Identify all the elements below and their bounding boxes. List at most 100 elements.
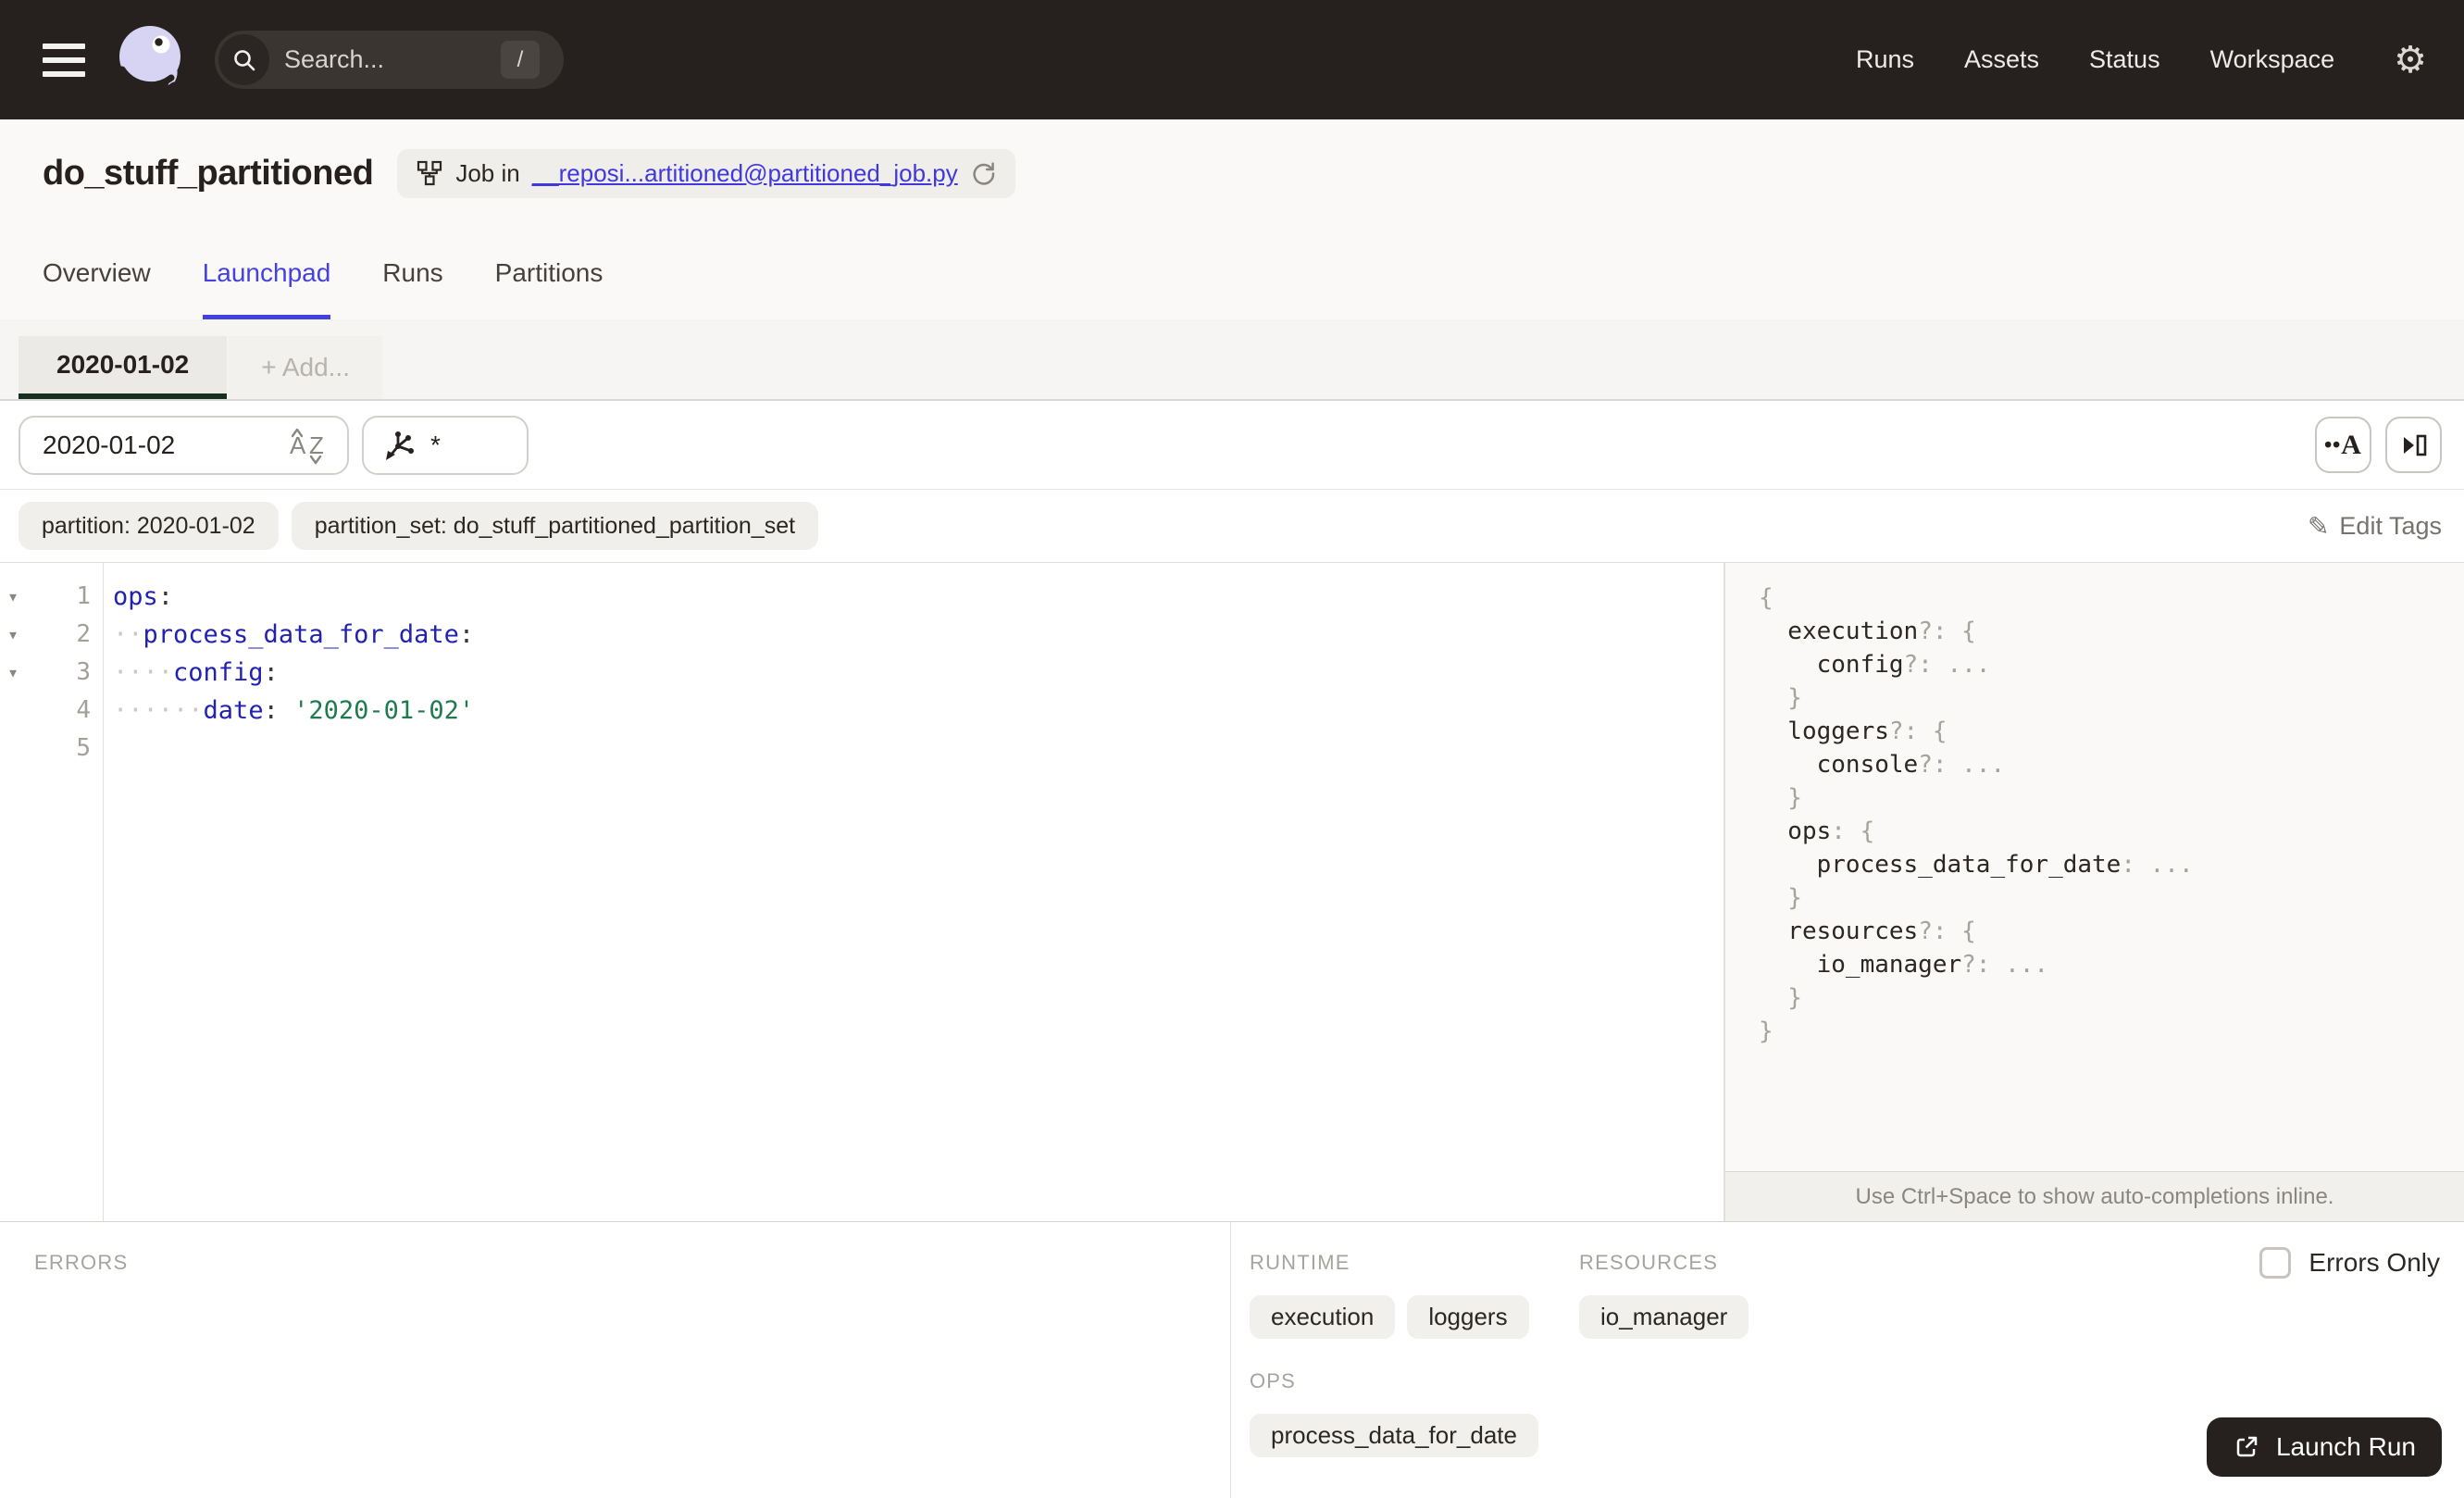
schema-key: loggers (1787, 718, 1889, 745)
code-line[interactable]: ······date: '2020-01-02' (113, 692, 1724, 730)
yaml-punct: : (157, 582, 174, 611)
tab-overview[interactable]: Overview (43, 227, 151, 319)
tag-pill: partition: 2020-01-02 (19, 502, 279, 550)
job-graph-icon (416, 159, 443, 187)
tab-runs[interactable]: Runs (382, 227, 442, 319)
section-pill[interactable]: io_manager (1579, 1295, 1749, 1339)
launch-run-button[interactable]: Launch Run (2206, 1417, 2442, 1477)
launchpad-main: ▾ ▾ ▾ 12345 ops: ··process_data_for_date: ··… (0, 562, 2464, 1221)
config-section-resources: RESOURCES io_manager (1579, 1251, 1865, 1339)
schema-key: console (1816, 751, 1919, 779)
search-icon (218, 34, 269, 85)
schema-key: execution (1787, 618, 1919, 645)
line-number-gutter: 1 2 3 4 5 (41, 563, 104, 1221)
job-origin-badge: Job in __reposi...artitioned@partitioned… (397, 148, 1015, 198)
section-pill[interactable]: loggers (1407, 1295, 1529, 1339)
menu-icon[interactable] (43, 43, 85, 77)
section-pill[interactable]: execution (1250, 1295, 1396, 1339)
toggle-schema-panel-button[interactable] (2385, 417, 2442, 473)
gear-icon[interactable]: ⚙ (2394, 42, 2427, 79)
config-editor[interactable]: ▾ ▾ ▾ 12345 ops: ··process_data_for_date: ··… (0, 563, 1724, 1221)
yaml-code-area[interactable]: ops: ··process_data_for_date: ····config: ·… (104, 563, 1724, 1221)
dagster-logo-icon[interactable] (113, 21, 191, 99)
schema-line: io_manager?: ... (1759, 948, 2464, 981)
line-number: 3 (76, 658, 91, 686)
bottom-panel: ERRORS RUNTIME execution loggers RESOURCES i… (0, 1221, 2464, 1498)
whitespace-letter: A (2341, 429, 2362, 460)
job-file-link[interactable]: __reposi...artitioned@partitioned_job.py (532, 159, 958, 188)
tab-partitions[interactable]: Partitions (495, 227, 604, 319)
schema-line: loggers?: { (1759, 715, 2464, 748)
search-input[interactable]: Search... / (215, 31, 564, 89)
play-panel-icon (2403, 434, 2426, 456)
fold-arrow-icon[interactable]: ▾ (0, 654, 41, 692)
section-label: RESOURCES (1579, 1251, 1719, 1274)
search-shortcut-badge: / (501, 41, 540, 79)
schema-line: config?: ... (1759, 648, 2464, 681)
nav-link-status[interactable]: Status (2089, 45, 2160, 74)
partition-select-input[interactable]: A Z (19, 415, 349, 475)
nav-link-workspace[interactable]: Workspace (2210, 45, 2335, 74)
nav-link-runs[interactable]: Runs (1856, 45, 1914, 74)
sort-az-icon: A Z (288, 425, 330, 466)
fold-gutter: ▾ ▾ ▾ (0, 563, 41, 1221)
partition-tab-label: 2020-01-02 (56, 350, 190, 379)
schema-line: process_data_for_date: ... (1759, 848, 2464, 881)
yaml-punct: : (263, 658, 279, 687)
errors-label: ERRORS (34, 1251, 129, 1274)
launch-run-label: Launch Run (2275, 1432, 2416, 1461)
config-section-runtime: RUNTIME execution loggers (1250, 1251, 1536, 1339)
edit-tags-label: Edit Tags (2339, 511, 2442, 540)
tab-launchpad[interactable]: Launchpad (202, 227, 330, 319)
schema-punct: ?: ... (1918, 751, 2006, 779)
yaml-punct: : (263, 696, 279, 725)
schema-punct: ?: { (1918, 618, 1976, 645)
reload-icon[interactable] (970, 160, 997, 187)
op-graph-splat-icon (382, 428, 417, 463)
svg-text:Z: Z (309, 431, 324, 459)
schema-punct: } (1787, 984, 1802, 1012)
fold-arrow-icon[interactable]: ▾ (0, 578, 41, 616)
code-line[interactable] (113, 730, 1724, 768)
errors-only-toggle[interactable]: Errors Only (2259, 1247, 2440, 1279)
schema-line: } (1759, 981, 2464, 1015)
line-number: 5 (76, 734, 91, 762)
schema-line: } (1759, 1015, 2464, 1048)
schema-punct: ?: { (1888, 718, 1948, 745)
code-line[interactable]: ops: (113, 578, 1724, 616)
launchpad-toolbar: A Z (0, 401, 2464, 489)
whitespace-dots: ······ (113, 696, 204, 725)
code-line[interactable]: ····config: (113, 654, 1724, 692)
errors-only-checkbox[interactable] (2259, 1247, 2292, 1279)
op-selector-field[interactable] (430, 430, 504, 460)
yaml-key: config (173, 658, 264, 687)
schema-punct: ?: ... (1961, 951, 2049, 979)
yaml-key: process_data_for_date (143, 620, 459, 649)
code-line[interactable]: ··process_data_for_date: (113, 616, 1724, 654)
section-pill[interactable]: process_data_for_date (1250, 1414, 1538, 1457)
schema-key: process_data_for_date (1816, 851, 2122, 879)
fold-arrow-icon[interactable]: ▾ (0, 616, 41, 654)
autocomplete-hint: Use Ctrl+Space to show auto-completions … (1725, 1171, 2464, 1221)
nav-link-assets[interactable]: Assets (1964, 45, 2039, 74)
toggle-whitespace-button[interactable]: •• A (2315, 417, 2371, 473)
job-tabs: Overview Launchpad Runs Partitions (0, 227, 2464, 319)
svg-text:A: A (290, 431, 306, 459)
partition-tab-active[interactable]: 2020-01-02 (19, 336, 228, 399)
top-nav: Search... / Runs Assets Status Workspace ⚙ (0, 0, 2464, 119)
partition-tab-add[interactable]: + Add... (229, 336, 382, 399)
edit-tags-button[interactable]: ✎ Edit Tags (2308, 511, 2442, 542)
schema-key: ops (1787, 818, 1832, 845)
yaml-punct: : (458, 620, 475, 649)
schema-punct: ?: ... (1903, 651, 1991, 679)
nav-links: Runs Assets Status Workspace ⚙ (1856, 42, 2427, 79)
config-section-ops: OPS process_data_for_date (1250, 1369, 1538, 1457)
op-selector-input[interactable] (362, 415, 529, 475)
section-pills: process_data_for_date (1250, 1414, 1538, 1457)
schema-punct: ?: { (1918, 918, 1976, 945)
line-number: 1 (76, 582, 91, 610)
partition-value-field[interactable] (43, 430, 265, 460)
schema-key: config (1816, 651, 1904, 679)
